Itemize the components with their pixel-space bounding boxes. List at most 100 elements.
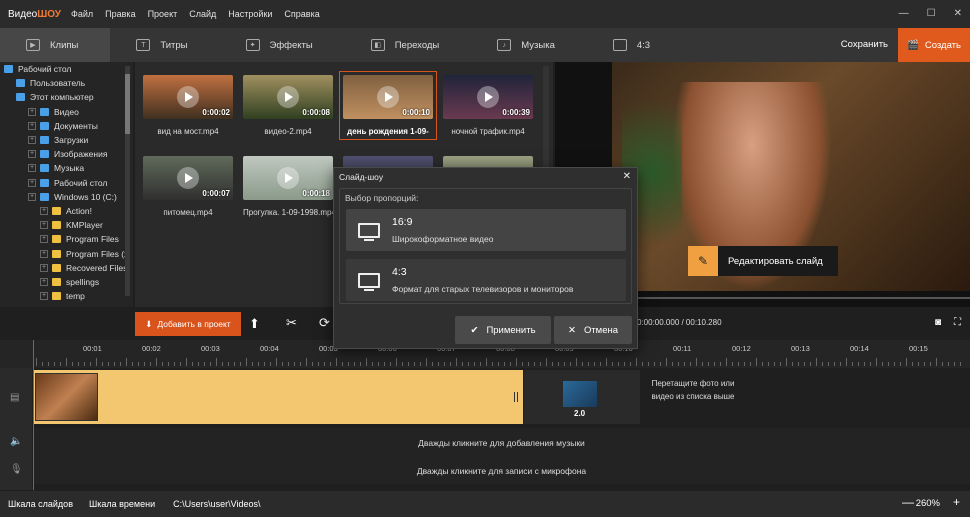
tree-item[interactable]: + Видео: [0, 105, 133, 119]
menu-edit[interactable]: Правка: [105, 9, 135, 19]
clip-card[interactable]: 0:00:39 ночной трафик.mp4: [443, 75, 533, 136]
tree-item[interactable]: + KMPlayer: [0, 218, 133, 232]
scissors-icon[interactable]: ✂: [286, 315, 297, 331]
menu-help[interactable]: Справка: [284, 9, 319, 19]
zoom-out-icon[interactable]: —: [902, 495, 914, 509]
preview-progress[interactable]: [637, 297, 970, 299]
expand-icon[interactable]: +: [40, 292, 48, 301]
expand-icon[interactable]: +: [28, 150, 36, 159]
clip-card[interactable]: 0:00:07 питомец.mp4: [143, 156, 233, 217]
slide-track[interactable]: [33, 370, 523, 424]
option-16-9[interactable]: 16:9 Широкоформатное видео: [346, 209, 626, 251]
expand-icon[interactable]: +: [28, 164, 36, 173]
menu-file[interactable]: Файл: [71, 9, 93, 19]
expand-icon[interactable]: +: [40, 235, 48, 244]
ruler-mark: [480, 362, 481, 366]
ruler-mark: [54, 362, 55, 366]
tree-item[interactable]: Этот компьютер: [0, 90, 133, 104]
tab-effects[interactable]: ✦ Эффекты: [220, 28, 345, 62]
tree-item[interactable]: + Program Files: [0, 232, 133, 246]
app-logo: ВидеоШОУ: [8, 8, 62, 20]
expand-icon[interactable]: +: [40, 263, 48, 272]
clip-thumbnail[interactable]: 0:00:07: [143, 156, 233, 200]
play-icon[interactable]: [377, 86, 399, 108]
fullscreen-icon[interactable]: ⛶: [954, 317, 961, 328]
tree-item[interactable]: + Recovered Files: [0, 261, 133, 275]
menu-project[interactable]: Проект: [148, 9, 178, 19]
clip-duration: 0:00:39: [502, 108, 530, 117]
expand-icon[interactable]: +: [40, 206, 48, 215]
check-icon: ✔: [470, 324, 479, 336]
folder-icon: [40, 192, 49, 201]
tree-item[interactable]: + spellings: [0, 275, 133, 289]
expand-icon[interactable]: +: [40, 249, 48, 258]
clip-thumbnail[interactable]: 0:00:08: [243, 75, 333, 119]
timeline-clip[interactable]: [35, 373, 98, 421]
tab-clips[interactable]: ▶ Клипы: [0, 28, 111, 62]
tab-transitions[interactable]: ◧ Переходы: [345, 28, 472, 62]
tree-item[interactable]: Рабочий стол: [0, 62, 133, 76]
play-icon[interactable]: [277, 167, 299, 189]
tree-item[interactable]: + Загрузки: [0, 133, 133, 147]
expand-icon[interactable]: +: [28, 136, 36, 145]
tab-time-scale[interactable]: Шкала времени: [81, 499, 163, 509]
play-icon[interactable]: [177, 86, 199, 108]
zoom-in-icon[interactable]: +: [953, 495, 960, 509]
tree-item[interactable]: + Изображения: [0, 147, 133, 161]
download-icon: ⬇: [145, 318, 153, 329]
expand-icon[interactable]: +: [28, 192, 36, 201]
mic-track[interactable]: Дважды кликните для записи с микрофона: [33, 458, 970, 484]
close-icon[interactable]: ✕: [954, 8, 962, 19]
clip-thumbnail[interactable]: 0:00:10: [343, 75, 433, 119]
apply-button[interactable]: ✔ Применить: [455, 316, 551, 344]
snapshot-icon[interactable]: ◙: [935, 317, 941, 328]
clip-resize-handle[interactable]: [514, 392, 518, 402]
maximize-icon[interactable]: ☐: [927, 8, 936, 19]
option-4-3[interactable]: 4:3 Формат для старых телевизоров и монит…: [346, 259, 626, 301]
aspect-ratio-button[interactable]: 4:3: [587, 28, 682, 62]
rotate-icon[interactable]: ⟳: [319, 315, 330, 331]
play-icon[interactable]: [477, 86, 499, 108]
cancel-button[interactable]: ✕ Отмена: [554, 316, 632, 344]
menu-settings[interactable]: Настройки: [228, 9, 272, 19]
tree-item[interactable]: + Program Files (x: [0, 246, 133, 260]
tab-slide-scale[interactable]: Шкала слайдов: [0, 499, 81, 509]
tree-item[interactable]: Пользователь: [0, 76, 133, 90]
tree-scrollbar[interactable]: [125, 66, 130, 296]
tab-music[interactable]: ♪ Музыка: [471, 28, 587, 62]
minimize-icon[interactable]: —: [899, 8, 909, 19]
clip-card[interactable]: 0:00:18 Прогулка. 1-09-1998.mp4: [243, 156, 333, 217]
expand-icon[interactable]: +: [28, 178, 36, 187]
tree-item[interactable]: + Windows 10 (C:): [0, 190, 133, 204]
tree-item[interactable]: + temp: [0, 289, 133, 303]
music-track[interactable]: Дважды кликните для добавления музыки: [33, 428, 970, 458]
play-icon[interactable]: [277, 86, 299, 108]
clip-card[interactable]: 0:00:02 вид на мост.mp4: [143, 75, 233, 136]
transition-thumbnail[interactable]: [563, 381, 597, 407]
expand-icon[interactable]: +: [40, 221, 48, 230]
clip-card[interactable]: 0:00:10 день рождения 1-09-: [339, 71, 437, 140]
play-icon[interactable]: [177, 167, 199, 189]
expand-icon[interactable]: +: [28, 107, 36, 116]
expand-icon[interactable]: +: [28, 121, 36, 130]
upload-icon[interactable]: ⬆: [249, 316, 260, 332]
tree-item[interactable]: + Action!: [0, 204, 133, 218]
tree-item[interactable]: + Рабочий стол: [0, 176, 133, 190]
close-icon[interactable]: ✕: [623, 171, 631, 182]
clip-card[interactable]: 0:00:08 видео-2.mp4: [243, 75, 333, 136]
expand-icon[interactable]: +: [40, 277, 48, 286]
tab-titles[interactable]: T Титры: [110, 28, 219, 62]
tree-item[interactable]: + Музыка: [0, 161, 133, 175]
clip-thumbnail[interactable]: 0:00:39: [443, 75, 533, 119]
add-to-project-button[interactable]: ⬇ Добавить в проект: [135, 312, 241, 336]
create-button[interactable]: 🎬 Создать: [898, 28, 970, 62]
clip-thumbnail[interactable]: 0:00:18: [243, 156, 333, 200]
save-button[interactable]: Сохранить: [841, 28, 888, 62]
clip-thumbnail[interactable]: 0:00:02: [143, 75, 233, 119]
playhead[interactable]: [33, 340, 34, 490]
tree-item[interactable]: + Документы: [0, 119, 133, 133]
menu-slide[interactable]: Слайд: [189, 9, 216, 19]
tree-label: temp: [66, 291, 85, 302]
edit-slide-button[interactable]: ✎ Редактировать слайд: [688, 246, 838, 276]
ruler-mark: [942, 362, 943, 366]
